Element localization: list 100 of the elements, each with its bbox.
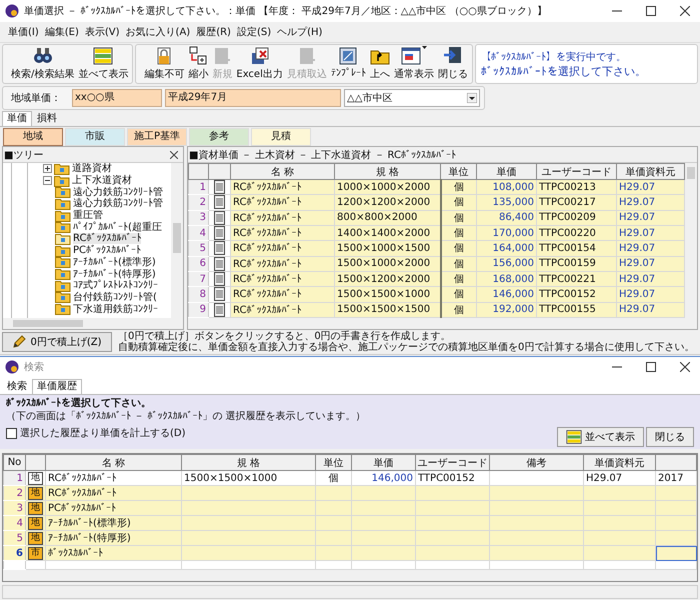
toolbar-button[interactable]: Excel出力 [234, 45, 285, 83]
folder-badge: 市 [28, 546, 43, 560]
folder-icon [55, 221, 71, 234]
scrollbar[interactable] [685, 163, 697, 318]
column-header[interactable]: ユーザーコード [416, 454, 490, 470]
table-cell: RCﾎﾞｯｸｽｶﾙﾊﾞｰﾄ [230, 194, 334, 210]
table-cell: 1500×1000×1500 [334, 240, 440, 256]
menu-item[interactable]: お気に入り(A) [126, 25, 190, 39]
table-cell: 1500×1200×2000 [334, 271, 440, 287]
table-cell [352, 500, 416, 516]
binoculars-icon [32, 46, 53, 66]
toolbar-button[interactable]: 編集不可 [142, 45, 186, 83]
tab[interactable]: 単価履歴 [32, 379, 82, 394]
scrollbar[interactable] [3, 318, 183, 329]
scrollbar[interactable] [171, 163, 183, 318]
menu-item[interactable]: 設定(S) [236, 25, 272, 39]
row-number: 5 [188, 240, 208, 256]
table-cell: RCﾎﾞｯｸｽｶﾙﾊﾞｰﾄ [230, 302, 334, 318]
instruction-heading: ﾎﾞｯｸｽｶﾙﾊﾞｰﾄを選択して下さい。 [6, 397, 152, 410]
column-header[interactable]: No [4, 454, 26, 470]
window-title: 検索 [24, 360, 45, 374]
table-cell: 個 [440, 240, 476, 256]
tree-item[interactable]: 上下水道資材 [72, 175, 132, 186]
tree-item[interactable]: 台付鉄筋ｺﾝｸﾘｰﾄ管( [73, 292, 157, 303]
tree-item[interactable]: 遠心力鉄筋ｺﾝｸﾘｰﾄ管 [73, 198, 163, 210]
close-button[interactable]: 閉じる [646, 427, 694, 447]
prefecture-field[interactable]: xx○○県 [72, 89, 162, 107]
column-header[interactable]: 単位 [440, 164, 476, 180]
toolbar-button[interactable]: 並べて表示 [76, 45, 130, 83]
side-by-side-button[interactable]: 並べて表示 [557, 427, 644, 447]
column-header[interactable]: 単価資料元 [616, 164, 684, 180]
tree-item[interactable]: 遠心力鉄筋ｺﾝｸﾘｰﾄ管 [73, 186, 163, 198]
district-dropdown[interactable]: △△市中区 [344, 89, 480, 107]
table-cell: 192,000 [476, 302, 536, 318]
menu-item[interactable]: 履歴(R) [196, 25, 231, 39]
column-header[interactable]: 単価 [476, 164, 536, 180]
tree-item[interactable]: ｱｰﾁｶﾙﾊﾞｰﾄ(標準形) [73, 256, 156, 268]
close-icon[interactable] [170, 150, 178, 158]
toolbar-button[interactable]: ﾃﾝﾌﾟﾚｰﾄ [328, 45, 368, 83]
category-tab[interactable]: 見積 [251, 128, 311, 146]
close-icon[interactable] [680, 362, 690, 372]
checkbox-label[interactable]: 選択した履歴より単価を計上する(D) [20, 427, 186, 440]
table-cell: 個 [440, 194, 476, 210]
toolbar-button[interactable]: 検索/検索結果 [9, 45, 76, 83]
table-cell: 個 [440, 180, 476, 195]
tab[interactable]: 単価 [2, 111, 32, 126]
folder-badge: 地 [28, 516, 43, 530]
category-tab[interactable]: 参考 [189, 128, 249, 146]
tree-item[interactable]: PCﾎﾞｯｸｽｶﾙﾊﾞｰﾄ [73, 245, 142, 256]
table-cell [352, 486, 416, 500]
column-header[interactable]: 単価 [352, 454, 416, 470]
column-header[interactable]: 規 格 [182, 454, 316, 470]
toolbar-button[interactable]: 縮小 [186, 45, 210, 83]
toolbar-button[interactable]: 閉じる [436, 45, 470, 83]
table-cell [656, 500, 696, 516]
column-header[interactable]: 規 格 [334, 164, 440, 180]
app-icon [5, 4, 19, 18]
tree-item[interactable]: ｺｱ式ﾌﾟﾚｽﾄﾚｽﾄｺﾝｸﾘｰ [73, 280, 158, 292]
row-number: 7 [188, 271, 208, 287]
column-header[interactable]: ユーザーコード [536, 164, 616, 180]
document-icon [214, 302, 225, 317]
column-header[interactable]: 名 称 [46, 454, 182, 470]
period-field[interactable]: 平成29年7月 [165, 89, 341, 107]
toolbar-button[interactable]: 上へ [368, 45, 392, 83]
toolbar-button[interactable]: 通常表示 [392, 45, 436, 83]
menu-item[interactable]: 単価(I) [8, 25, 39, 39]
tree-item[interactable]: RCﾎﾞｯｸｽｶﾙﾊﾞｰﾄ [73, 233, 142, 244]
collapse-icon[interactable] [43, 176, 52, 186]
maximize-icon[interactable] [646, 362, 656, 372]
category-tab[interactable]: 施工P基準 [127, 128, 187, 146]
scrollbar[interactable] [188, 318, 697, 329]
maximize-icon[interactable] [646, 6, 656, 16]
tree-item[interactable]: 重圧管 [73, 210, 103, 222]
menu-item[interactable]: ヘルプ(H) [277, 25, 322, 39]
checkbox[interactable] [6, 428, 17, 439]
row-number: 6 [4, 546, 26, 560]
table-cell: H29.07 [616, 286, 684, 302]
column-header[interactable]: 備考 [490, 454, 584, 470]
category-tab[interactable]: 市販 [65, 128, 125, 146]
column-header[interactable]: 単位 [316, 454, 352, 470]
folder-icon [55, 198, 71, 210]
tree-item[interactable]: 道路資材 [72, 163, 112, 174]
column-header[interactable]: 名 称 [230, 164, 334, 180]
tree-title: ■ツリー [4, 148, 44, 162]
menu-item[interactable]: 表示(V) [84, 25, 120, 39]
menu-item[interactable]: 編集(E) [44, 25, 79, 39]
table-cell [584, 500, 656, 516]
tab[interactable]: 検索 [2, 379, 32, 394]
app-icon [5, 360, 19, 374]
tree-item[interactable]: ｱｰﾁｶﾙﾊﾞｰﾄ(特厚形) [73, 268, 156, 280]
table-cell: H29.07 [616, 302, 684, 318]
tree-item[interactable]: 下水道用鉄筋ｺﾝｸﾘｰ [73, 304, 158, 315]
tab[interactable]: 損料 [32, 111, 62, 126]
category-tab[interactable]: 地域 [3, 128, 63, 146]
expand-icon[interactable] [43, 164, 52, 174]
close-icon[interactable] [680, 6, 690, 16]
zero-yen-button[interactable]: 0円で積上げ(Z) [2, 332, 112, 352]
scrollbar[interactable] [3, 570, 697, 581]
column-header[interactable]: 単価資料元 [584, 454, 656, 470]
tree-item[interactable]: ﾊﾟｲﾌﾟｶﾙﾊﾞｰﾄ(超重圧 [73, 222, 162, 233]
